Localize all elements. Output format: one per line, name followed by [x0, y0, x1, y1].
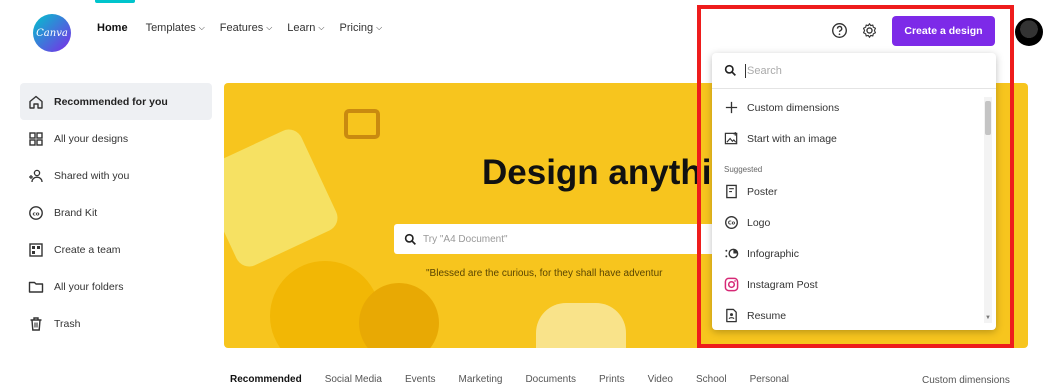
- hero-quote: "Blessed are the curious, for they shall…: [426, 268, 663, 279]
- nav-templates[interactable]: Templates ⌵: [146, 22, 205, 34]
- chevron-down-icon: ⌵: [198, 23, 205, 32]
- folder-icon: [28, 281, 44, 293]
- home-icon: [29, 95, 43, 109]
- active-nav-indicator: [95, 0, 135, 3]
- sidebar-item-label: All your designs: [54, 132, 129, 145]
- sidebar-item-label: Trash: [54, 317, 81, 330]
- sidebar-item-all-designs[interactable]: All your designs: [20, 120, 212, 157]
- sidebar-item-label: Create a team: [54, 243, 121, 256]
- nav-home-label: Home: [97, 22, 128, 34]
- sidebar-item-label: Shared with you: [54, 169, 130, 182]
- hero-search-placeholder: Try "A4 Document": [423, 233, 508, 245]
- search-icon: [404, 233, 416, 245]
- sidebar-item-label: All your folders: [54, 280, 124, 293]
- chevron-down-icon: ⌵: [376, 23, 383, 32]
- sidebar-item-label: Recommended for you: [54, 95, 168, 108]
- sidebar-item-create-team[interactable]: Create a team: [20, 231, 212, 268]
- sidebar: Recommended for you All your designs Sha…: [20, 83, 212, 342]
- tab-social-media[interactable]: Social Media: [325, 374, 382, 385]
- tab-prints[interactable]: Prints: [599, 374, 625, 385]
- nav-pricing-label: Pricing: [339, 22, 374, 34]
- main-nav: Home Templates ⌵ Features ⌵ Learn ⌵ Pricing…: [97, 22, 397, 34]
- sidebar-item-trash[interactable]: Trash: [20, 305, 212, 342]
- tab-marketing[interactable]: Marketing: [459, 374, 503, 385]
- avatar[interactable]: [1015, 18, 1043, 46]
- sidebar-item-folders[interactable]: All your folders: [20, 268, 212, 305]
- people-icon: [29, 169, 43, 182]
- sidebar-item-label: Brand Kit: [54, 206, 98, 219]
- tab-video[interactable]: Video: [648, 374, 673, 385]
- nav-home[interactable]: Home: [97, 22, 128, 34]
- tab-documents[interactable]: Documents: [525, 374, 576, 385]
- canva-logo[interactable]: Canva: [33, 14, 71, 52]
- nav-features-label: Features: [219, 22, 264, 34]
- trash-icon: [30, 316, 42, 331]
- nav-features[interactable]: Features ⌵: [220, 22, 273, 34]
- nav-learn[interactable]: Learn ⌵: [287, 22, 324, 34]
- chevron-down-icon: ⌵: [318, 23, 325, 32]
- sidebar-item-brand-kit[interactable]: co Brand Kit: [20, 194, 212, 231]
- nav-pricing[interactable]: Pricing ⌵: [340, 22, 383, 34]
- tab-custom-dimensions[interactable]: Custom dimensions: [922, 375, 1010, 386]
- nav-learn-label: Learn: [287, 22, 316, 34]
- nav-templates-label: Templates: [145, 22, 196, 34]
- luggage-tag-illustration: [224, 124, 343, 272]
- tab-personal[interactable]: Personal: [750, 374, 789, 385]
- grid-icon: [29, 131, 43, 146]
- chevron-down-icon: ⌵: [266, 23, 273, 32]
- sidebar-item-shared[interactable]: Shared with you: [20, 157, 212, 194]
- category-tabs: Recommended Social Media Events Marketin…: [230, 374, 812, 385]
- tab-recommended[interactable]: Recommended: [230, 374, 302, 385]
- team-icon: [29, 242, 43, 257]
- tab-events[interactable]: Events: [405, 374, 436, 385]
- brand-kit-icon: co: [29, 205, 43, 220]
- decorative-shape: [536, 303, 626, 348]
- hero-search-input[interactable]: Try "A4 Document": [394, 224, 734, 254]
- hero-title: Design anythi: [482, 153, 712, 192]
- tag-buckle-illustration: [344, 109, 380, 139]
- sidebar-item-recommended[interactable]: Recommended for you: [20, 83, 212, 120]
- red-highlight-box: [697, 5, 1014, 348]
- svg-text:co: co: [32, 211, 39, 217]
- binoculars-lens-illustration: [359, 283, 439, 348]
- tab-school[interactable]: School: [696, 374, 727, 385]
